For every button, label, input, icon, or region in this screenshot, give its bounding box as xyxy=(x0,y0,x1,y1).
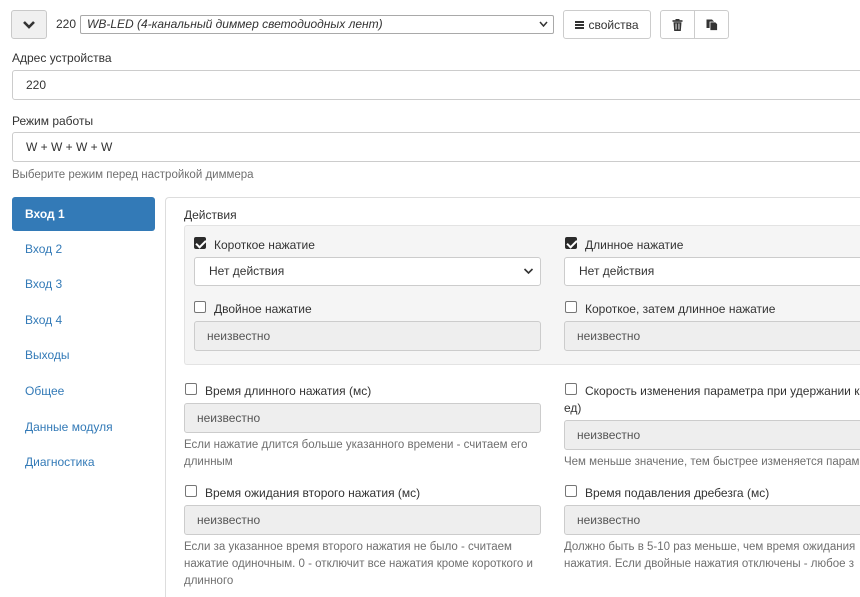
delete-button[interactable] xyxy=(660,10,695,39)
debounce-checkbox[interactable] xyxy=(565,485,577,497)
address-label: Адрес устройства xyxy=(12,51,112,65)
change-speed-label-2: ед) xyxy=(564,401,582,415)
long-press-time-hint-2: длинным xyxy=(184,456,233,468)
device-select[interactable]: WB-LED (4-канальный диммер светодиодных … xyxy=(80,15,554,34)
change-speed-hint: Чем меньше значение, тем быстрее изменяе… xyxy=(564,456,860,468)
change-speed-checkbox[interactable] xyxy=(565,383,577,395)
long-press-time-checkbox[interactable] xyxy=(185,383,197,395)
long-press-label: Длинное нажатие xyxy=(585,238,684,252)
chevron-down-icon xyxy=(23,20,35,29)
properties-button[interactable]: свойства xyxy=(563,10,651,39)
chevron-down-icon xyxy=(523,268,534,275)
long-press-select[interactable]: Нет действия xyxy=(564,257,860,286)
nav-item-general[interactable]: Общее xyxy=(12,374,155,408)
device-select-value: WB-LED (4-канальный диммер светодиодных … xyxy=(87,17,383,31)
second-press-wait-checkbox[interactable] xyxy=(185,485,197,497)
short-press-value: Нет действия xyxy=(209,264,285,278)
double-press-checkbox[interactable] xyxy=(194,301,206,313)
long-press-time-value: неизвестно xyxy=(184,403,541,433)
device-number: 220 xyxy=(56,17,77,31)
mode-select[interactable]: W + W + W + W xyxy=(12,132,860,162)
nav-item-module-data[interactable]: Данные модуля xyxy=(12,410,155,444)
mode-label: Режим работы xyxy=(12,114,94,128)
long-press-time-hint-1: Если нажатие длится больше указанного вр… xyxy=(184,439,528,451)
short-press-checkbox[interactable] xyxy=(194,237,206,249)
second-press-wait-value: неизвестно xyxy=(184,505,541,535)
copy-icon xyxy=(706,19,718,31)
debounce-label: Время подавления дребезга (мс) xyxy=(585,486,770,500)
address-input[interactable]: 220 xyxy=(12,70,860,100)
nav-item-outputs[interactable]: Выходы xyxy=(12,338,155,372)
trash-icon xyxy=(672,18,683,31)
list-icon xyxy=(575,20,585,29)
copy-button[interactable] xyxy=(694,10,729,39)
short-then-long-checkbox[interactable] xyxy=(565,301,577,313)
collapse-button[interactable] xyxy=(11,10,47,39)
change-speed-value: неизвестно xyxy=(564,420,860,450)
chevron-down-icon xyxy=(539,21,548,28)
long-press-time-label: Время длинного нажатия (мс) xyxy=(205,384,372,398)
change-speed-label-1: Скорость изменения параметра при удержан… xyxy=(585,384,860,398)
nav-item-input-2[interactable]: Вход 2 xyxy=(12,232,155,266)
short-then-long-value: неизвестно xyxy=(564,321,860,351)
nav-item-input-3[interactable]: Вход 3 xyxy=(12,267,155,301)
debounce-value: неизвестно xyxy=(564,505,860,535)
short-press-select[interactable]: Нет действия xyxy=(194,257,541,286)
second-press-wait-label: Время ожидания второго нажатия (мс) xyxy=(205,486,421,500)
double-press-label: Двойное нажатие xyxy=(214,302,312,316)
properties-label: свойства xyxy=(588,17,639,32)
mode-hint: Выберите режим перед настройкой диммера xyxy=(12,169,254,181)
short-then-long-label: Короткое, затем длинное нажатие xyxy=(585,302,776,316)
actions-title: Действия xyxy=(184,208,237,222)
second-press-wait-hint-2: нажатие одиночным. 0 - отключит все нажа… xyxy=(184,558,533,570)
nav-item-diagnostics[interactable]: Диагностика xyxy=(12,445,155,479)
nav-item-input-1[interactable]: Вход 1 xyxy=(12,197,155,231)
short-press-label: Короткое нажатие xyxy=(214,238,315,252)
debounce-hint-2: нажатия. Если двойные нажатия отключены … xyxy=(564,558,854,570)
long-press-value: Нет действия xyxy=(579,264,655,278)
double-press-value: неизвестно xyxy=(194,321,541,351)
long-press-checkbox[interactable] xyxy=(565,237,577,249)
nav-item-input-4[interactable]: Вход 4 xyxy=(12,303,155,337)
